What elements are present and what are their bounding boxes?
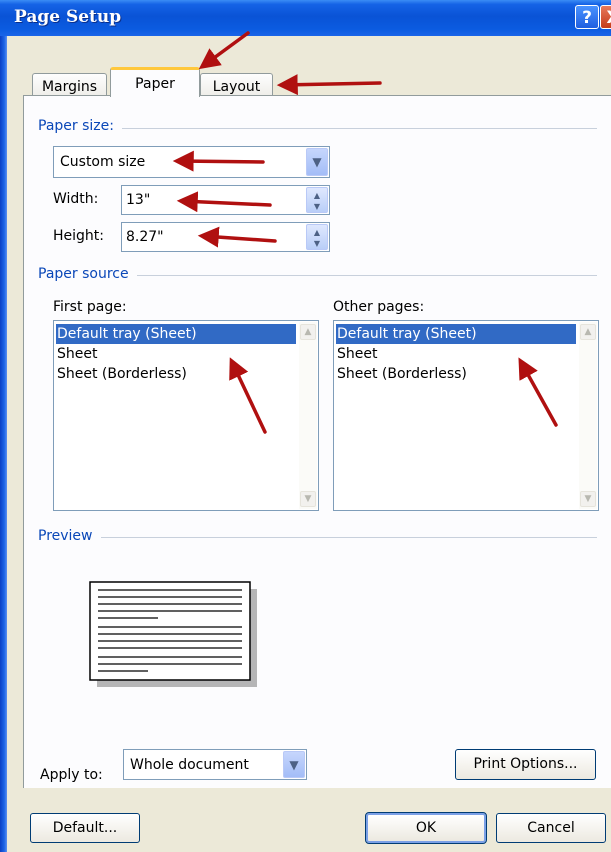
scroll-down-icon[interactable]: ▼	[300, 491, 316, 507]
page-setup-dialog: Page Setup ? X Margins Layout Paper Pape…	[0, 0, 611, 852]
scrollbar[interactable]: ▲ ▼	[579, 322, 597, 509]
default-button[interactable]: Default...	[30, 813, 140, 843]
preview-heading: Preview	[38, 528, 101, 544]
paper-source-heading: Paper source	[38, 266, 137, 282]
chevron-down-icon[interactable]: ▼	[283, 751, 305, 778]
window-border	[0, 36, 7, 852]
height-field[interactable]: 8.27" ▲ ▼	[121, 222, 330, 252]
width-value: 13"	[126, 192, 151, 208]
list-item[interactable]: Sheet (Borderless)	[56, 364, 187, 384]
apply-to-value: Whole document	[130, 757, 249, 773]
other-pages-label: Other pages:	[333, 299, 425, 315]
width-field[interactable]: 13" ▲ ▼	[121, 185, 330, 215]
other-pages-listbox[interactable]: Default tray (Sheet) Sheet Sheet (Border…	[333, 320, 599, 511]
apply-to-dropdown[interactable]: Whole document ▼	[123, 749, 307, 780]
list-item[interactable]: Default tray (Sheet)	[336, 324, 576, 344]
height-spinner-icon[interactable]: ▲ ▼	[306, 224, 328, 250]
scroll-up-icon[interactable]: ▲	[300, 324, 316, 340]
print-options-button[interactable]: Print Options...	[455, 749, 596, 780]
height-value: 8.27"	[126, 229, 164, 245]
paper-size-value: Custom size	[60, 154, 146, 170]
help-icon[interactable]: ?	[575, 5, 599, 29]
list-item[interactable]: Sheet (Borderless)	[336, 364, 467, 384]
title-bar: Page Setup ? X	[0, 0, 611, 36]
first-page-label: First page:	[53, 299, 127, 315]
height-label: Height:	[53, 228, 104, 244]
chevron-down-icon[interactable]: ▼	[306, 148, 328, 176]
tab-paper[interactable]: Paper	[110, 67, 200, 97]
scrollbar[interactable]: ▲ ▼	[299, 322, 317, 509]
list-item[interactable]: Sheet	[336, 344, 377, 364]
apply-to-label: Apply to:	[40, 767, 103, 783]
close-icon[interactable]: X	[600, 5, 611, 29]
scroll-up-icon[interactable]: ▲	[580, 324, 596, 340]
window-title: Page Setup	[14, 7, 122, 27]
paper-size-heading: Paper size:	[38, 118, 122, 134]
width-spinner-icon[interactable]: ▲ ▼	[306, 187, 328, 213]
page-preview-icon	[89, 581, 257, 687]
cancel-button[interactable]: Cancel	[496, 813, 606, 843]
section-divider	[40, 537, 597, 538]
list-item[interactable]: Default tray (Sheet)	[56, 324, 296, 344]
ok-button[interactable]: OK	[365, 812, 487, 844]
scroll-down-icon[interactable]: ▼	[580, 491, 596, 507]
section-divider	[40, 128, 597, 129]
first-page-listbox[interactable]: Default tray (Sheet) Sheet Sheet (Border…	[53, 320, 319, 511]
paper-size-dropdown[interactable]: Custom size ▼	[53, 146, 330, 178]
list-item[interactable]: Sheet	[56, 344, 97, 364]
width-label: Width:	[53, 191, 99, 207]
